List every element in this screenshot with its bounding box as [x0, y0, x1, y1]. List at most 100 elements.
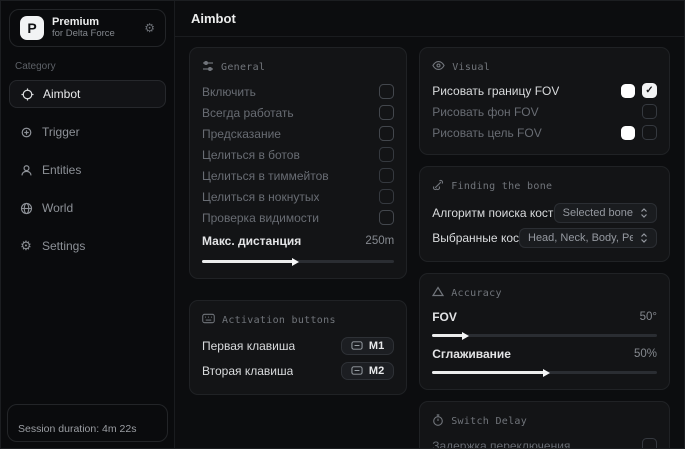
setting-label: Целиться в тиммейтов [202, 169, 329, 183]
main-area: Aimbot General Включить Всегда работать [175, 1, 684, 448]
checkbox[interactable] [642, 438, 657, 448]
page-title: Aimbot [191, 11, 236, 26]
general-card: General Включить Всегда работать Предска… [189, 47, 407, 279]
fov-slider[interactable] [432, 334, 657, 337]
checkbox[interactable] [379, 84, 394, 99]
sidebar: P Premium for Delta Force ⚙ Category Aim… [1, 1, 175, 448]
setting-label: Задержка переключения [432, 439, 570, 449]
app-logo: P [20, 16, 44, 40]
keybind-button-2[interactable]: M2 [341, 362, 394, 380]
keybind-label: Вторая клавиша [202, 364, 293, 378]
slider-fill [432, 371, 544, 374]
keyboard-icon [202, 313, 215, 327]
bone-algorithm-select[interactable]: Selected bone [554, 203, 657, 223]
keyboard-icon [351, 366, 363, 375]
sidebar-item-trigger[interactable]: Trigger [9, 118, 166, 146]
switch-delay-card: Switch Delay Задержка переключения Задер… [419, 401, 670, 448]
slider-row: Макс. дистанция 250m [202, 228, 394, 253]
keybind-label: Первая клавиша [202, 339, 295, 353]
color-swatch[interactable] [621, 126, 635, 140]
select-label: Выбранные кос [432, 231, 519, 245]
slider-value: 50% [634, 348, 657, 360]
checkbox[interactable] [379, 210, 394, 225]
visual-card-header: Visual [432, 60, 657, 74]
switch-delay-card-header: Switch Delay [432, 414, 657, 429]
setting-label: Рисовать фон FOV [432, 105, 538, 119]
checkbox[interactable] [379, 147, 394, 162]
session-duration-text: Session duration: 4m 22s [18, 423, 136, 435]
setting-row: Проверка видимости [202, 207, 394, 228]
slider-fill [202, 260, 294, 263]
entities-icon [19, 163, 33, 177]
keyboard-icon [351, 341, 363, 350]
color-swatch[interactable] [621, 84, 635, 98]
keybind-key: M1 [369, 340, 384, 352]
sidebar-item-label: Settings [42, 239, 85, 253]
sidebar-item-entities[interactable]: Entities [9, 156, 166, 184]
checkbox[interactable] [379, 189, 394, 204]
checkbox[interactable] [642, 104, 657, 119]
checkbox[interactable] [379, 168, 394, 183]
crosshair-icon [20, 87, 34, 101]
select-label: Алгоритм поиска кост [432, 206, 553, 220]
checkbox[interactable] [379, 105, 394, 120]
general-card-header: General [202, 60, 394, 75]
sidebar-item-label: World [42, 201, 73, 215]
app-subtitle: for Delta Force [52, 29, 136, 40]
setting-label: Рисовать границу FOV [432, 84, 559, 98]
sliders-icon [202, 60, 214, 75]
setting-row: Целиться в ботов [202, 144, 394, 165]
setting-row: Предсказание [202, 123, 394, 144]
eye-icon [432, 60, 445, 74]
setting-row: Рисовать цель FOV [432, 122, 657, 143]
selected-bones-select[interactable]: Head, Neck, Body, Pe... [519, 228, 657, 248]
gear-icon: ⚙ [19, 239, 33, 253]
setting-label: Предсказание [202, 127, 281, 141]
sidebar-nav: Aimbot Trigger Entities World ⚙ Settings [1, 80, 174, 260]
trigger-crosshair-icon [19, 125, 33, 139]
keybind-key: M2 [369, 365, 384, 377]
slider-thumb[interactable] [543, 369, 550, 377]
slider-label: Сглаживание [432, 347, 511, 361]
sidebar-item-label: Trigger [42, 125, 80, 139]
slider-thumb[interactable] [292, 258, 299, 266]
sidebar-item-label: Aimbot [43, 87, 80, 101]
checkbox[interactable] [642, 125, 657, 140]
card-title-label: Finding the bone [451, 181, 552, 192]
slider-thumb[interactable] [462, 332, 469, 340]
max-distance-slider[interactable] [202, 260, 394, 263]
setting-row: Включить [202, 81, 394, 102]
card-title-label: General [221, 62, 265, 73]
setting-row: Рисовать фон FOV [432, 101, 657, 122]
setting-label: Включить [202, 85, 256, 99]
smoothing-slider[interactable] [432, 371, 657, 374]
checkbox[interactable] [379, 126, 394, 141]
sidebar-item-world[interactable]: World [9, 194, 166, 222]
activation-card: Activation buttons Первая клавиша M1 Вто… [189, 300, 407, 395]
triangle-icon [432, 286, 444, 300]
setting-label: Всегда работать [202, 106, 294, 120]
slider-row: Сглаживание 50% [432, 343, 657, 364]
checkbox[interactable] [642, 83, 657, 98]
select-row: Алгоритм поиска кост Selected bone [432, 200, 657, 225]
gear-icon[interactable]: ⚙ [144, 21, 155, 35]
card-title-label: Visual [452, 62, 490, 73]
setting-row: Рисовать границу FOV [432, 80, 657, 101]
chevron-updown-icon [640, 233, 648, 243]
globe-icon [19, 201, 33, 215]
card-title-label: Accuracy [451, 288, 502, 299]
setting-label: Целиться в ботов [202, 148, 300, 162]
bone-card: Finding the bone Алгоритм поиска кост Se… [419, 166, 670, 262]
keybind-row: Первая клавиша M1 [202, 333, 394, 358]
sidebar-item-settings[interactable]: ⚙ Settings [9, 232, 166, 260]
accuracy-card: Accuracy FOV 50° Сглаживание 50% [419, 273, 670, 390]
app-titles: Premium for Delta Force [52, 16, 136, 40]
select-row: Выбранные кос Head, Neck, Body, Pe... [432, 225, 657, 250]
setting-row: Задержка переключения [432, 435, 657, 448]
keybind-row: Вторая клавиша M2 [202, 358, 394, 383]
sidebar-item-aimbot[interactable]: Aimbot [9, 80, 166, 108]
slider-label: Макс. дистанция [202, 234, 301, 248]
card-title-label: Switch Delay [451, 416, 527, 427]
keybind-button-1[interactable]: M1 [341, 337, 394, 355]
main-header: Aimbot [175, 1, 684, 37]
